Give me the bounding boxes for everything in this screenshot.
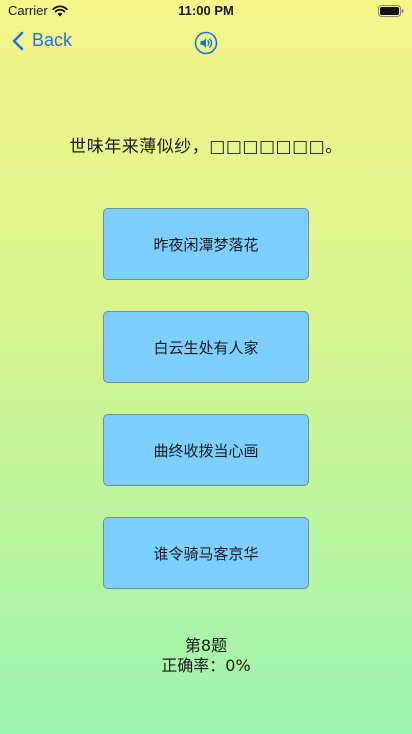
- option-button-4[interactable]: 谁令骑马客京华: [103, 517, 309, 589]
- option-button-1[interactable]: 昨夜闲潭梦落花: [103, 208, 309, 280]
- status-time: 11:00 PM: [178, 3, 234, 18]
- back-button[interactable]: Back: [12, 30, 72, 51]
- battery-icon: [378, 5, 404, 17]
- back-label: Back: [32, 30, 73, 50]
- accuracy-rate: 正确率：0%: [161, 656, 251, 675]
- chevron-left-icon: [12, 31, 24, 50]
- question-number: 第8题: [184, 636, 228, 655]
- answer-options: 昨夜闲潭梦落花 白云生处有人家 曲终收拨当心画 谁令骑马客京华: [103, 208, 309, 620]
- speaker-icon: [194, 31, 218, 55]
- status-bar: Carrier 11:00 PM: [0, 0, 412, 22]
- option-button-3[interactable]: 曲终收拨当心画: [103, 414, 309, 486]
- question-text: 世味年来薄似纱，□□□□□□□。: [69, 137, 343, 157]
- speaker-button[interactable]: [194, 31, 218, 55]
- option-button-2[interactable]: 白云生处有人家: [103, 311, 309, 383]
- progress-info: 第8题 正确率：0%: [0, 636, 412, 676]
